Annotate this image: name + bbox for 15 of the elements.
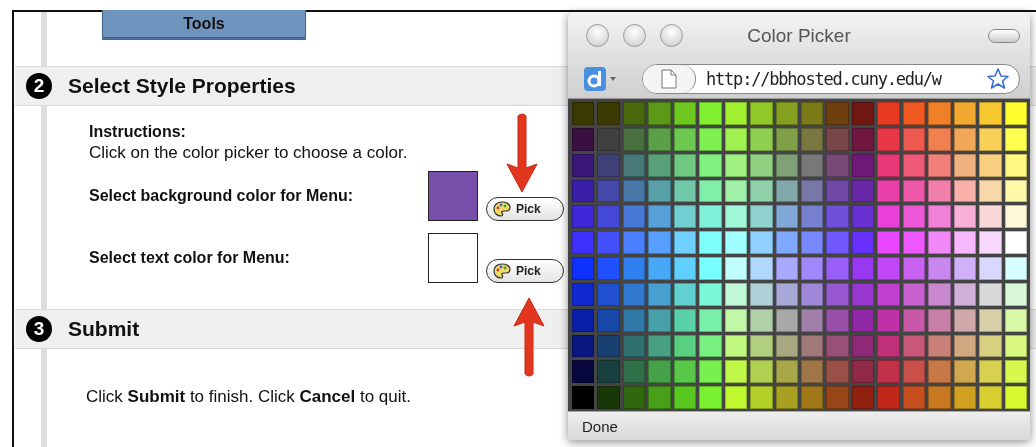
section-title: Select Style Properties [68,74,296,98]
pick-button[interactable]: Pick [486,259,564,283]
window-title: Color Picker [747,25,851,47]
tools-button[interactable]: Tools [102,10,306,38]
submit-instructions: Click Submit to finish. Click Cancel to quit. [86,387,411,407]
section-title: Submit [68,317,140,341]
step-number: 2 [26,73,52,99]
field-label: Select text color for Menu: [89,249,291,267]
pick-button[interactable]: Pick [486,197,564,221]
status-text: Done [582,417,618,435]
field-label: Select background color for Menu: [89,187,355,205]
address-bar[interactable]: http://bbhosted.cuny.edu/w [642,64,1020,94]
instructions-heading: Instructions: [89,123,186,141]
step-number: 3 [26,316,52,342]
instructions-text: Click on the color picker to choose a color. [89,143,408,163]
